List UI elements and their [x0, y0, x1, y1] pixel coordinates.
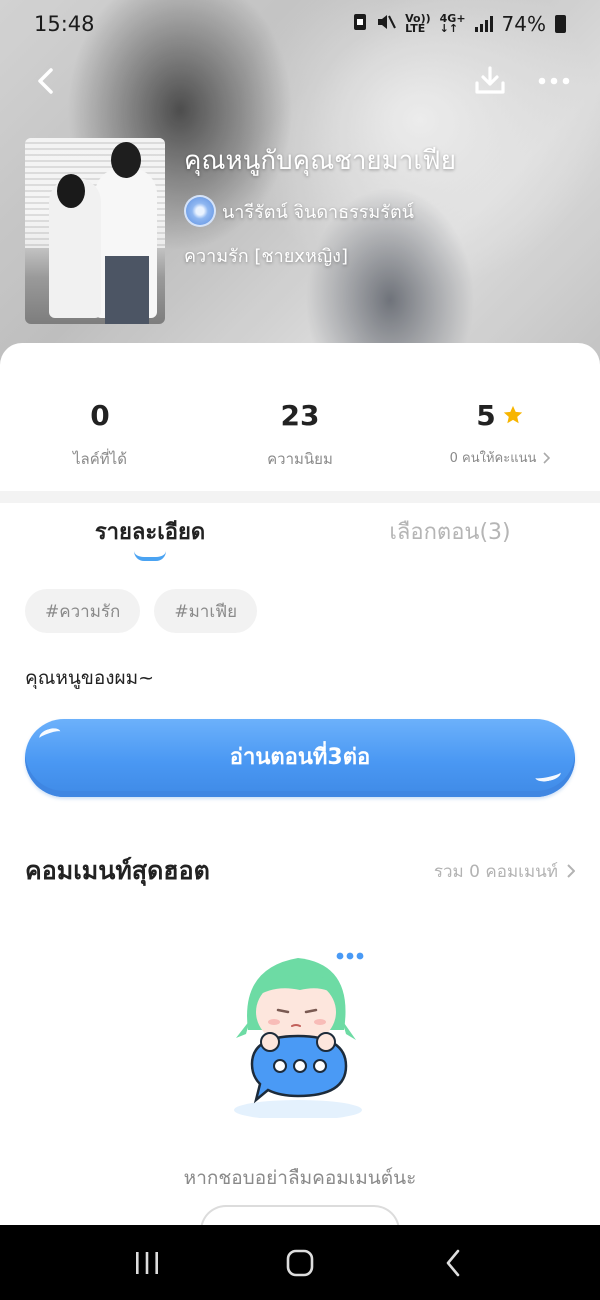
button-gloss-highlight [534, 766, 562, 784]
tab-details-label: รายละเอียด [94, 520, 206, 545]
sim-icon [353, 12, 367, 36]
network-type-indicator: 4G+ ↓↑ [439, 12, 466, 35]
home-icon [286, 1249, 314, 1276]
button-gloss-highlight [37, 725, 63, 745]
system-nav-bar [0, 1225, 600, 1300]
comments-count-link[interactable]: รวม 0 คอมเมนท์ [434, 858, 575, 885]
volte-indicator: Vo)) LTE [405, 12, 431, 35]
comments-empty-text: หากชอบอย่าลืมคอมเมนต์นะ [183, 1167, 417, 1189]
stats-row: 0 ไลค์ที่ได้ 23 ความนิยม 5 0 คนให้คะแนน [0, 395, 600, 475]
details-sheet: 0 ไลค์ที่ได้ 23 ความนิยม 5 0 คนให้คะแนน … [0, 343, 600, 1249]
story-title: คุณหนูกับคุณชายมาเฟีย [184, 146, 456, 176]
tab-episodes[interactable]: เลือกตอน(3) [300, 513, 600, 569]
comments-count: รวม 0 คอมเมนท์ [433, 861, 558, 882]
rating-label-row[interactable]: 0 คนให้คะแนน [450, 447, 551, 468]
tab-bar: รายละเอียด เลือกตอน(3) [0, 513, 600, 569]
back-icon [447, 1249, 460, 1276]
back-button[interactable] [24, 59, 68, 103]
tag-list: #ความรัก #มาเฟีย [25, 589, 258, 633]
download-icon [475, 66, 505, 94]
story-info: คุณหนูกับคุณชายมาเฟีย นารีรัตน์ จินดาธรร… [184, 140, 584, 270]
status-time: 15:48 [34, 12, 95, 36]
likes-label: ไลค์ที่ได้ [73, 450, 127, 468]
stat-popularity: 23 ความนิยม [200, 395, 400, 475]
stat-rating[interactable]: 5 0 คนให้คะแนน [400, 395, 600, 475]
status-icons: Vo)) LTE 4G+ ↓↑ 74% [353, 12, 566, 36]
story-description: คุณหนูของผม~ [25, 667, 155, 689]
more-button[interactable] [532, 59, 576, 103]
story-genre: ความรัก [ชายxหญิง] [184, 246, 348, 267]
stat-likes: 0 ไลค์ที่ได้ [0, 395, 200, 475]
recent-apps-button[interactable] [117, 1233, 177, 1293]
comments-title: คอมเมนท์สุดฮอต [25, 856, 210, 885]
mascot-illustration [234, 952, 364, 1118]
recent-apps-icon [135, 1251, 158, 1274]
tag-mafia[interactable]: #มาเฟีย [154, 589, 258, 633]
top-actions [468, 59, 576, 103]
section-divider [0, 491, 600, 503]
likes-value: 0 [90, 398, 110, 432]
back-nav-button[interactable] [423, 1233, 483, 1293]
author-name[interactable]: นารีรัตน์ จินดาธรรมรัตน์ [222, 197, 414, 226]
author-avatar[interactable] [184, 195, 216, 227]
popularity-value: 23 [280, 398, 320, 432]
star-icon [503, 405, 522, 424]
tab-active-indicator [134, 551, 166, 561]
tag-love[interactable]: #ความรัก [25, 589, 141, 633]
chevron-right-icon [543, 451, 551, 464]
author-row[interactable]: นารีรัตน์ จินดาธรรมรัตน์ [184, 195, 584, 227]
battery-icon [555, 15, 566, 33]
rating-value-row: 5 [476, 395, 523, 435]
home-button[interactable] [270, 1233, 330, 1293]
popularity-label: ความนิยม [267, 450, 333, 468]
battery-percent: 74% [501, 12, 546, 36]
mute-icon [376, 12, 397, 36]
continue-reading-button[interactable]: อ่านตอนที่3ต่อ [25, 719, 575, 797]
chevron-right-icon [567, 864, 575, 878]
rating-count-label: 0 คนให้คะแนน [449, 451, 537, 466]
tab-details[interactable]: รายละเอียด [0, 513, 300, 569]
cover-image [25, 138, 165, 324]
rating-value: 5 [476, 398, 496, 432]
more-dots-icon [538, 77, 570, 85]
comments-header: คอมเมนท์สุดฮอต รวม 0 คอมเมนท์ [25, 851, 575, 891]
download-button[interactable] [468, 59, 512, 103]
continue-reading-label: อ่านตอนที่3ต่อ [229, 744, 371, 770]
status-bar: 15:48 Vo)) LTE 4G+ ↓↑ 74% [0, 0, 600, 48]
tab-episodes-label: เลือกตอน(3) [389, 520, 511, 545]
signal-icon [474, 16, 493, 32]
chevron-left-icon [38, 68, 53, 94]
top-bar [0, 56, 600, 106]
